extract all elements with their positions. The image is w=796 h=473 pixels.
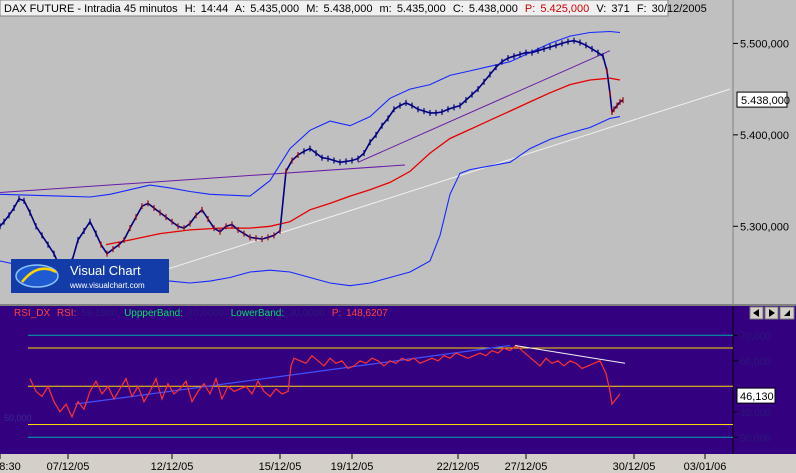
x-tick-label: 12/12/05 [151,461,194,473]
rsi-panel [0,306,733,454]
x-tick-label: 19/12/05 [331,461,374,473]
p-value: 148,6207 [346,308,388,319]
price-y-tick-label: 5.400,000 [740,130,789,142]
rsi-y-tick-label: 60,000 [740,357,771,368]
header-symbol: DAX FUTURE [4,3,74,15]
header-a-value: 5.435,000 [250,3,299,15]
header-v-value: 371 [611,3,629,15]
last-price-marker: 5.438,000 [736,91,790,108]
last-price-label: 5.438,000 [741,95,790,107]
logo-swoosh [15,264,59,288]
x-tick-label: 27/12/05 [505,461,548,473]
rsi-y-tick-label: 30,000 [740,433,771,444]
logo-url: www.visualchart.com [69,281,145,290]
rsi-y-tick-label: 70,000 [740,331,771,342]
header-interval: Intradia 45 minutos [84,3,178,15]
header-max-value: 5.438,000 [324,3,373,15]
dax-chart: DAX FUTURE - Intradia 45 minutos H: 14:4… [0,0,796,473]
header-f-value: 30/12/2005 [652,3,707,15]
scroll-controls [749,306,795,320]
logo-title: Visual Chart [70,263,141,278]
header-h-value: 14:44 [201,3,229,15]
panel-separator [0,304,796,306]
rsi-axis-panel [733,306,796,454]
x-tick-label: 8:30 [0,461,21,473]
x-tick-label: 15/12/05 [259,461,302,473]
header-p-value: 5.425,000 [540,3,589,15]
x-axis-strip [0,454,796,473]
upper-band-value: 70,0000 [188,308,225,319]
x-tick-label: 07/12/05 [47,461,90,473]
price-y-tick-label: 5.300,000 [740,221,789,233]
rsi-legend-value: 59,1900 [81,308,118,319]
lower-band-value: 30,0000 [289,308,326,319]
rsi-left-label: 50,000 [4,413,32,423]
rsi-y-tick-label: 40,000 [740,408,771,419]
rsi-legend: RSI_DX RSI: 59,1900 UppperBand: 70,0000 … [14,308,388,319]
header-min-value: 5.435,000 [397,3,446,15]
x-tick-label: 22/12/05 [437,461,480,473]
last-rsi-label: 46,130 [740,391,774,403]
price-panel [0,0,733,304]
x-tick-label: 30/12/05 [613,461,656,473]
last-rsi-marker: 46,130 [736,387,776,404]
rsi-name: RSI_DX [14,308,50,319]
price-y-tick-label: 5.500,000 [740,38,789,50]
header-info: DAX FUTURE - Intradia 45 minutos H: 14:4… [4,3,707,15]
x-tick-label: 03/01/06 [684,461,727,473]
header-c-value: 5.438,000 [469,3,518,15]
visual-chart-logo: Visual Chart www.visualchart.com [11,259,169,293]
